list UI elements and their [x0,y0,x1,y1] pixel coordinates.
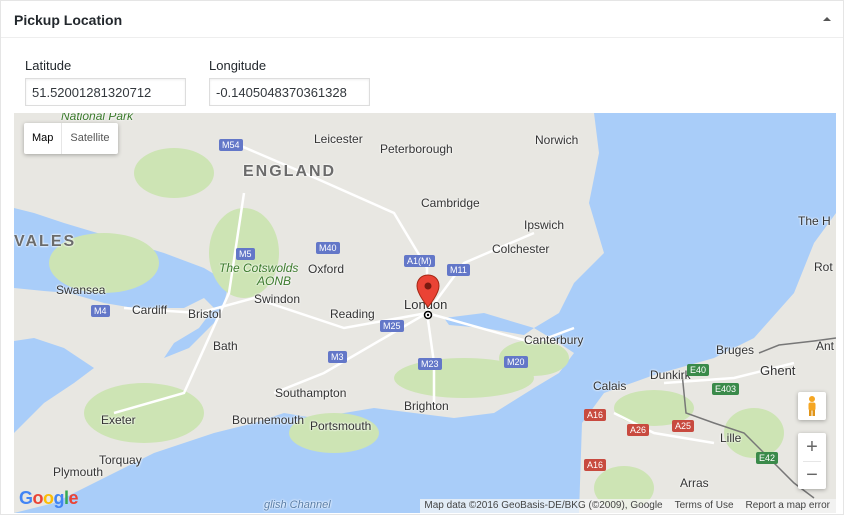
report-map-error-link[interactable]: Report a map error [746,500,830,513]
map-label-bristol: Bristol [188,307,222,321]
map-type-satellite-button[interactable]: Satellite [62,123,117,154]
road-shield-a1m: A1(M) [404,255,435,267]
attribution-data: Map data ©2016 GeoBasis-DE/BKG (©2009), … [424,500,663,511]
collapse-toggle-icon[interactable] [821,13,833,25]
map-label-the-h: The H [798,214,831,228]
map-type-control: Map Satellite [24,123,118,154]
map-label-dunkirk: Dunkirk [650,368,691,382]
map-label-wales: VALES [14,233,77,250]
map-label-colchester: Colchester [492,242,550,256]
map-label-lille: Lille [720,431,742,445]
map-label-reading: Reading [330,307,375,321]
road-shield-a16: A16 [584,409,607,421]
latitude-field: Latitude [25,58,186,106]
map-label-torquay: Torquay [99,453,142,467]
road-shield-m20: M20 [504,356,528,368]
road-shield-e42: E42 [756,452,779,464]
map-label-ghent: Ghent [760,363,796,378]
street-view-pegman-icon[interactable] [798,392,826,420]
map-label-norwich: Norwich [535,133,579,147]
map-label-aonb: AONB [257,274,292,288]
map-label-cardiff: Cardiff [132,303,168,317]
road-shield-m23: M23 [418,358,442,370]
location-marker-icon[interactable] [416,273,440,321]
zoom-control: + − [798,433,826,489]
map-label-ant: Ant [816,339,835,353]
map-label-ipswich: Ipswich [524,218,565,232]
road-shield-m4: M4 [91,305,110,317]
terms-of-use-link[interactable]: Terms of Use [675,500,734,513]
map-label-peterborough: Peterborough [380,142,453,156]
map-type-map-button[interactable]: Map [24,123,63,154]
map-label-brighton: Brighton [404,399,449,413]
map-label-canterbury: Canterbury [524,333,584,347]
map-label-exeter: Exeter [101,413,136,427]
panel-header: Pickup Location [1,1,843,38]
longitude-input[interactable] [209,78,370,106]
map-label-southampton: Southampton [275,386,347,400]
road-shield-m40: M40 [316,242,340,254]
map-canvas[interactable]: National Park Leicester Peterborough Nor… [14,113,836,513]
map-label-rot: Rot [814,260,833,274]
road-shield-e403: E403 [712,383,740,395]
road-shield-m54: M54 [219,139,243,151]
zoom-in-button[interactable]: + [798,433,826,461]
google-logo[interactable]: Google [19,488,79,509]
map-label-bournemouth: Bournemouth [232,413,305,427]
latitude-label: Latitude [25,58,72,73]
road-shield-m25: M25 [380,320,404,332]
map-label-bath: Bath [213,339,238,353]
panel-title: Pickup Location [14,12,123,28]
map-label-national-park: National Park [61,113,134,123]
map-label-oxford: Oxford [308,262,345,276]
longitude-field: Longitude [209,58,370,106]
map-label-leicester: Leicester [314,132,363,146]
road-shield-m3: M3 [328,351,347,363]
zoom-out-button[interactable]: − [798,462,826,489]
map-label-portsmouth: Portsmouth [310,419,372,433]
road-shield-a26: A26 [627,424,650,436]
map-label-cotswolds: The Cotswolds [219,261,299,275]
road-shield-m11: M11 [447,264,470,276]
road-shield-m5: M5 [236,248,255,260]
map-label-swindon: Swindon [254,292,301,306]
map-label-swansea: Swansea [56,283,106,297]
map-label-bruges: Bruges [716,343,755,357]
pickup-location-panel: Pickup Location Latitude Longitude [0,0,844,515]
latitude-input[interactable] [25,78,186,106]
map-label-arras: Arras [680,476,709,490]
map-attribution: Map data ©2016 GeoBasis-DE/BKG (©2009), … [420,499,836,513]
map-label-cambridge: Cambridge [421,196,480,210]
road-shield-e40: E40 [687,364,710,376]
road-shield-a25: A25 [672,420,695,432]
map-label-channel: glish Channel [264,499,331,511]
map-label-calais: Calais [593,379,627,393]
longitude-label: Longitude [209,58,267,73]
road-shield-a16-south: A16 [584,459,607,471]
map-label-england: ENGLAND [243,163,337,180]
map-label-plymouth: Plymouth [53,465,104,479]
